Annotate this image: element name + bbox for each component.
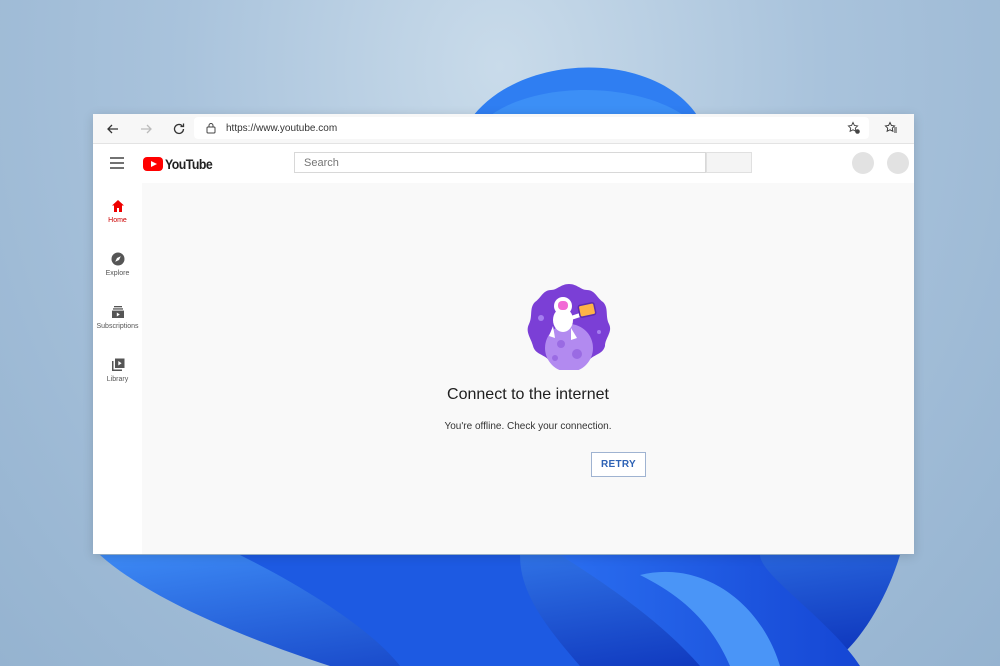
forward-button[interactable] [131, 117, 161, 141]
main-content: Connect to the internet You're offline. … [142, 183, 914, 554]
lock-icon [206, 123, 216, 134]
sidebar-item-subscriptions[interactable]: Subscriptions [93, 305, 142, 330]
sidebar-item-library[interactable]: Library [93, 358, 142, 383]
retry-button[interactable]: RETRY [591, 452, 646, 477]
youtube-play-icon [143, 157, 163, 171]
add-favorite-icon[interactable] [847, 121, 861, 135]
browser-toolbar: https://www.youtube.com [93, 114, 914, 144]
back-icon [107, 124, 118, 133]
sidebar-item-label: Subscriptions [96, 323, 139, 330]
offline-title: Connect to the internet [447, 386, 609, 403]
forward-icon [141, 124, 152, 133]
youtube-logo-text: YouTube [165, 156, 213, 172]
library-icon [111, 358, 124, 371]
browser-window: https://www.youtube.com YouTube Home Exp… [93, 114, 914, 554]
sidebar-item-explore[interactable]: Explore [93, 252, 142, 277]
offline-astronaut-illustration [527, 284, 611, 370]
back-button[interactable] [98, 117, 128, 141]
apps-button-placeholder[interactable] [852, 152, 874, 174]
sidebar-item-label: Explore [105, 270, 130, 277]
address-bar[interactable]: https://www.youtube.com [194, 117, 869, 139]
sidebar: Home Explore Subscriptions Library [93, 183, 142, 554]
search-input[interactable] [294, 152, 706, 173]
youtube-logo[interactable]: YouTube [143, 156, 219, 172]
offline-message: You're offline. Check your connection. [444, 421, 612, 432]
subscriptions-icon [111, 306, 124, 318]
refresh-button[interactable] [164, 117, 194, 141]
search-button[interactable] [706, 152, 752, 173]
sidebar-item-home[interactable]: Home [93, 199, 142, 224]
home-icon [111, 200, 124, 212]
refresh-icon [173, 123, 185, 134]
favorites-icon[interactable] [884, 121, 898, 135]
menu-icon[interactable] [110, 157, 124, 169]
account-avatar-placeholder[interactable] [887, 152, 909, 174]
sidebar-item-label: Home [108, 217, 127, 224]
compass-icon [111, 252, 124, 266]
url-text[interactable]: https://www.youtube.com [226, 123, 337, 134]
sidebar-item-label: Library [106, 376, 129, 383]
youtube-header: YouTube [93, 144, 914, 183]
